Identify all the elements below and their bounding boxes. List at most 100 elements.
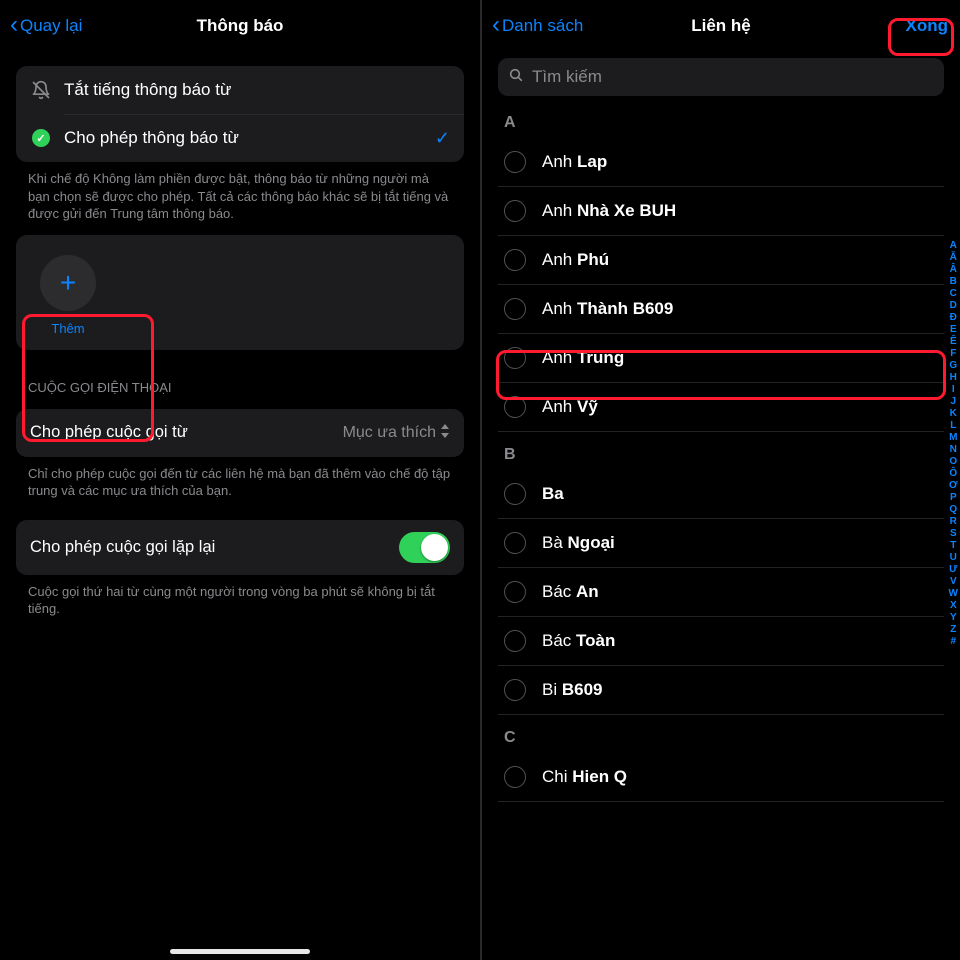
repeat-calls-card: Cho phép cuộc gọi lặp lại xyxy=(16,520,464,575)
repeat-calls-label: Cho phép cuộc gọi lặp lại xyxy=(30,538,387,557)
calls-from-row[interactable]: Cho phép cuộc gọi từ Mục ưa thích xyxy=(16,409,464,457)
repeat-calls-footer: Cuộc gọi thứ hai từ cùng một người trong… xyxy=(28,583,452,618)
index-letter[interactable]: C xyxy=(949,288,958,299)
contact-name: Bác An xyxy=(542,582,599,602)
radio-icon xyxy=(504,766,526,788)
repeat-calls-row: Cho phép cuộc gọi lặp lại xyxy=(16,520,464,575)
contact-row[interactable]: Anh Nhà Xe BUH xyxy=(498,187,944,236)
contact-row[interactable]: Anh Lap xyxy=(498,138,944,187)
index-letter[interactable]: M xyxy=(949,432,958,443)
index-letter[interactable]: Y xyxy=(949,612,958,623)
index-letter[interactable]: O xyxy=(949,456,958,467)
index-letter[interactable]: R xyxy=(949,516,958,527)
repeat-calls-switch[interactable] xyxy=(399,532,450,563)
home-indicator[interactable] xyxy=(170,949,310,954)
calls-section-header: CUỘC GỌI ĐIỆN THOẠI xyxy=(28,380,452,395)
contact-row[interactable]: Bác An xyxy=(498,568,944,617)
done-button[interactable]: Xong xyxy=(906,16,949,36)
radio-icon xyxy=(504,298,526,320)
index-letter[interactable]: Z xyxy=(949,624,958,635)
radio-icon xyxy=(504,396,526,418)
index-letter[interactable]: K xyxy=(949,408,958,419)
back-label: Danh sách xyxy=(502,16,583,36)
index-letter[interactable]: H xyxy=(949,372,958,383)
allow-label: Cho phép thông báo từ xyxy=(64,128,239,148)
options-footer: Khi chế độ Không làm phiền được bật, thô… xyxy=(28,170,452,223)
contact-name: Anh Phú xyxy=(542,250,609,270)
silence-option[interactable]: Tắt tiếng thông báo từ xyxy=(16,66,464,114)
index-letter[interactable]: G xyxy=(949,360,958,371)
index-letter[interactable]: X xyxy=(949,600,958,611)
radio-icon xyxy=(504,679,526,701)
group-header: C xyxy=(504,729,944,747)
back-button[interactable]: ‹ Danh sách xyxy=(492,15,583,37)
index-letter[interactable]: Ô xyxy=(949,468,958,479)
add-label: Thêm xyxy=(51,321,84,336)
index-letter[interactable]: Ê xyxy=(949,336,958,347)
search-field[interactable] xyxy=(498,58,944,96)
index-letter[interactable]: I xyxy=(949,384,958,395)
index-letter[interactable]: E xyxy=(949,324,958,335)
contact-row[interactable]: Anh Phú xyxy=(498,236,944,285)
contact-row[interactable]: Bà Ngoại xyxy=(498,519,944,568)
index-letter[interactable]: Ă xyxy=(949,252,958,263)
index-letter[interactable]: L xyxy=(949,420,958,431)
calls-from-value: Mục ưa thích xyxy=(343,424,450,442)
contact-row[interactable]: Bi B609 xyxy=(498,666,944,715)
checkmark-icon: ✓ xyxy=(435,128,450,149)
index-letter[interactable]: Ư xyxy=(949,564,958,575)
contact-name: Anh Lap xyxy=(542,152,607,172)
index-letter[interactable]: D xyxy=(949,300,958,311)
index-letter[interactable]: Đ xyxy=(949,312,958,323)
radio-icon xyxy=(504,200,526,222)
contact-list[interactable]: A Anh Lap Anh Nhà Xe BUH Anh Phú Anh Thành B… xyxy=(482,114,960,802)
chevron-left-icon: ‹ xyxy=(492,13,500,37)
radio-icon xyxy=(504,483,526,505)
settings-notifications-pane: ‹ Quay lại Thông báo Tắt tiếng thông báo… xyxy=(0,0,480,960)
index-letter[interactable]: W xyxy=(949,588,958,599)
index-letter[interactable]: N xyxy=(949,444,958,455)
contact-name: Anh Thành B609 xyxy=(542,299,673,319)
contact-row[interactable]: Anh Thành B609 xyxy=(498,285,944,334)
allow-option[interactable]: ✓ Cho phép thông báo từ ✓ xyxy=(16,114,464,162)
contact-row[interactable]: Anh Trung xyxy=(498,334,944,383)
contact-picker-pane: ‹ Danh sách Liên hệ Xong AAnh LapAnh Nhà… xyxy=(480,0,960,960)
contact-row[interactable]: Ba xyxy=(498,470,944,519)
back-button[interactable]: ‹ Quay lại xyxy=(10,15,82,37)
contact-name: Bà Ngoại xyxy=(542,533,615,553)
index-letter[interactable]: U xyxy=(949,552,958,563)
index-letter[interactable]: T xyxy=(949,540,958,551)
index-letter[interactable]: A xyxy=(949,240,958,251)
group-header: A xyxy=(504,114,944,132)
chevron-left-icon: ‹ xyxy=(10,13,18,37)
radio-icon xyxy=(504,630,526,652)
contact-name: Anh Trung xyxy=(542,348,624,368)
search-input[interactable] xyxy=(532,67,934,87)
index-letter[interactable]: Ơ xyxy=(949,480,958,491)
index-letter[interactable]: Â xyxy=(949,264,958,275)
shield-check-icon: ✓ xyxy=(30,129,52,147)
group-header: B xyxy=(504,446,944,464)
calls-from-label: Cho phép cuộc gọi từ xyxy=(30,423,331,442)
contact-name: Chi Hien Q xyxy=(542,767,627,787)
radio-icon xyxy=(504,249,526,271)
contact-name: Anh Nhà Xe BUH xyxy=(542,201,676,221)
index-letter[interactable]: F xyxy=(949,348,958,359)
radio-icon xyxy=(504,347,526,369)
index-letter[interactable]: Q xyxy=(949,504,958,515)
notification-mode-card: Tắt tiếng thông báo từ ✓ Cho phép thông … xyxy=(16,66,464,162)
contact-row[interactable]: Anh Vỹ xyxy=(498,383,944,432)
index-letter[interactable]: B xyxy=(949,276,958,287)
contact-row[interactable]: Bác Toàn xyxy=(498,617,944,666)
index-letter[interactable]: P xyxy=(949,492,958,503)
add-button[interactable]: + Thêm xyxy=(34,255,102,336)
contact-row[interactable]: Chi Hien Q xyxy=(498,753,944,802)
index-letter[interactable]: S xyxy=(949,528,958,539)
nav-bar: ‹ Quay lại Thông báo xyxy=(0,0,480,52)
index-bar[interactable]: AĂÂBCDĐEÊFGHIJKLMNOÔƠPQRSTUƯVWXYZ# xyxy=(949,240,958,647)
index-letter[interactable]: V xyxy=(949,576,958,587)
index-letter[interactable]: # xyxy=(949,636,958,647)
index-letter[interactable]: J xyxy=(949,396,958,407)
contact-name: Bi B609 xyxy=(542,680,602,700)
plus-icon: + xyxy=(40,255,96,311)
